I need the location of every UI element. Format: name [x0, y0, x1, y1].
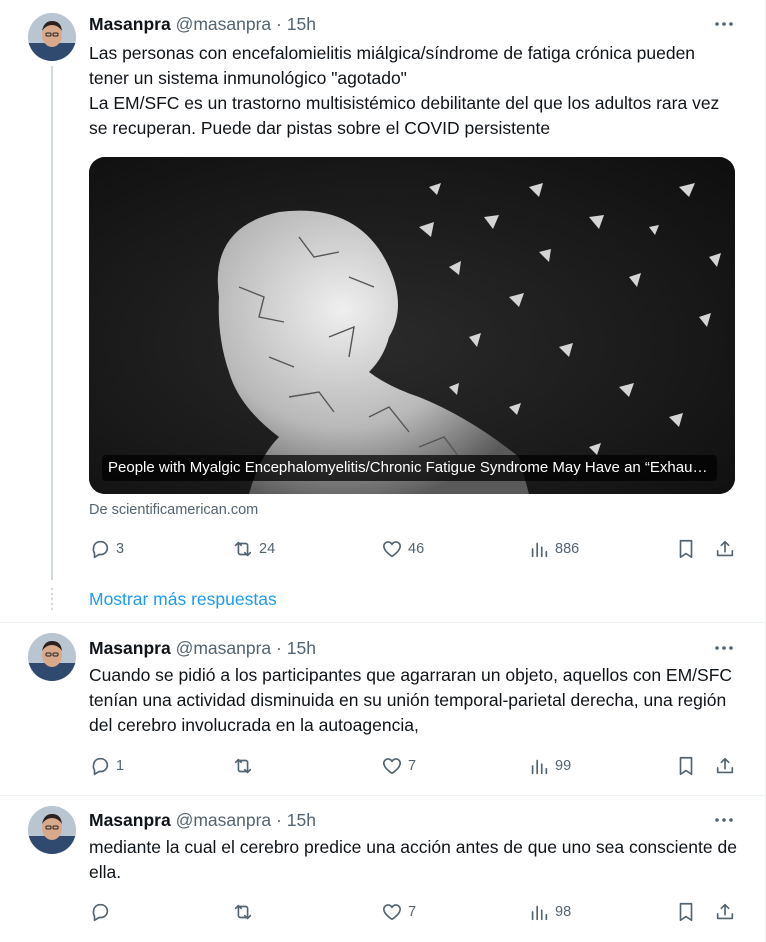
like-button[interactable]: 46: [381, 536, 424, 562]
share-button[interactable]: [714, 753, 736, 779]
retweet-count: 24: [259, 541, 276, 557]
author-handle[interactable]: @masanpra: [176, 14, 272, 34]
share-icon: [716, 903, 734, 920]
author-handle[interactable]: @masanpra: [176, 810, 272, 830]
tweet-3[interactable]: Masanpra @masanpra · 15h mediante la cua…: [0, 796, 766, 942]
views-button[interactable]: 886: [528, 536, 579, 562]
like-button[interactable]: 7: [381, 753, 416, 779]
author-handle[interactable]: @masanpra: [176, 638, 272, 658]
share-icon: [716, 540, 734, 557]
tweet-text: Las personas con encefalomielitis miálgi…: [89, 41, 739, 141]
tweet-actions: 7 98: [89, 899, 739, 925]
avatar[interactable]: [28, 806, 76, 854]
reply-button[interactable]: 1: [89, 753, 124, 779]
tweet-text-paragraph: mediante la cual el cerebro predice una …: [89, 837, 737, 882]
author-name[interactable]: Masanpra: [89, 810, 171, 830]
tweet-time[interactable]: 15h: [287, 638, 316, 658]
reply-icon: [92, 757, 109, 776]
views-count: 886: [555, 541, 580, 557]
more-button[interactable]: [710, 12, 738, 36]
bookmark-icon: [679, 902, 693, 922]
views-count: 98: [555, 904, 572, 920]
reply-button[interactable]: 3: [89, 536, 124, 562]
avatar[interactable]: [28, 633, 76, 681]
card-caption: People with Myalgic Encephalomyelitis/Ch…: [102, 455, 717, 481]
retweet-icon: [234, 758, 252, 774]
separator-dot: ·: [276, 14, 282, 34]
bookmark-button[interactable]: [675, 753, 697, 779]
bookmark-button[interactable]: [675, 899, 697, 925]
share-button[interactable]: [714, 899, 736, 925]
card-image: [89, 157, 735, 494]
like-button[interactable]: 7: [381, 899, 416, 925]
tweet-text-line-1: Las personas con encefalomielitis miálgi…: [89, 43, 696, 88]
tweet-header: Masanpra @masanpra · 15h: [89, 808, 316, 832]
tweet-header: Masanpra @masanpra · 15h: [89, 636, 316, 660]
retweet-icon: [234, 541, 252, 557]
reply-button[interactable]: [89, 899, 116, 925]
retweet-icon: [234, 904, 252, 920]
reply-count: 1: [116, 758, 125, 774]
retweet-button[interactable]: [232, 753, 259, 779]
tweet-header: Masanpra @masanpra · 15h: [89, 12, 316, 36]
more-icon: [715, 22, 733, 26]
share-icon: [716, 757, 734, 774]
more-button[interactable]: [710, 636, 738, 660]
tweet-time[interactable]: 15h: [287, 810, 316, 830]
show-more-replies-link[interactable]: Mostrar más respuestas: [89, 587, 277, 611]
like-count: 7: [408, 758, 417, 774]
views-icon: [531, 905, 548, 921]
bookmark-icon: [679, 539, 693, 559]
bookmark-icon: [679, 756, 693, 776]
like-count: 7: [408, 904, 417, 920]
bookmark-button[interactable]: [675, 536, 697, 562]
views-icon: [531, 542, 548, 558]
like-icon: [382, 758, 402, 775]
retweet-button[interactable]: [232, 899, 259, 925]
tweet-1[interactable]: Masanpra @masanpra · 15h Las personas co…: [0, 0, 766, 580]
link-card[interactable]: People with Myalgic Encephalomyelitis/Ch…: [89, 157, 735, 494]
like-icon: [382, 904, 402, 921]
separator-dot: ·: [276, 810, 282, 830]
views-button[interactable]: 99: [528, 753, 571, 779]
tweet-actions: 3 24 46 886: [89, 536, 739, 562]
more-icon: [715, 818, 733, 822]
tweet-2[interactable]: Masanpra @masanpra · 15h Cuando se pidió…: [0, 623, 766, 795]
thread-dots: [51, 588, 53, 612]
card-source[interactable]: De scientificamerican.com: [89, 502, 258, 518]
like-icon: [382, 541, 402, 558]
tweet-actions: 1 7 99: [89, 753, 739, 779]
views-count: 99: [555, 758, 572, 774]
more-button[interactable]: [710, 808, 738, 832]
tweet-text: Cuando se pidió a los participantes que …: [89, 663, 739, 738]
views-icon: [531, 759, 548, 775]
tweet-time[interactable]: 15h: [287, 14, 316, 34]
separator-dot: ·: [276, 638, 282, 658]
reply-icon: [92, 540, 109, 559]
more-icon: [715, 646, 733, 650]
retweet-button[interactable]: 24: [232, 536, 275, 562]
views-button[interactable]: 98: [528, 899, 571, 925]
tweet-text-paragraph: Cuando se pidió a los participantes que …: [89, 665, 733, 735]
reply-icon: [92, 903, 109, 922]
share-button[interactable]: [714, 536, 736, 562]
reply-count: 3: [116, 541, 125, 557]
author-name[interactable]: Masanpra: [89, 14, 171, 34]
tweet-text-line-2: La EM/SFC es un trastorno multisistémico…: [89, 93, 720, 138]
avatar[interactable]: [28, 13, 76, 61]
author-name[interactable]: Masanpra: [89, 638, 171, 658]
like-count: 46: [408, 541, 425, 557]
tweet-text: mediante la cual el cerebro predice una …: [89, 835, 739, 885]
